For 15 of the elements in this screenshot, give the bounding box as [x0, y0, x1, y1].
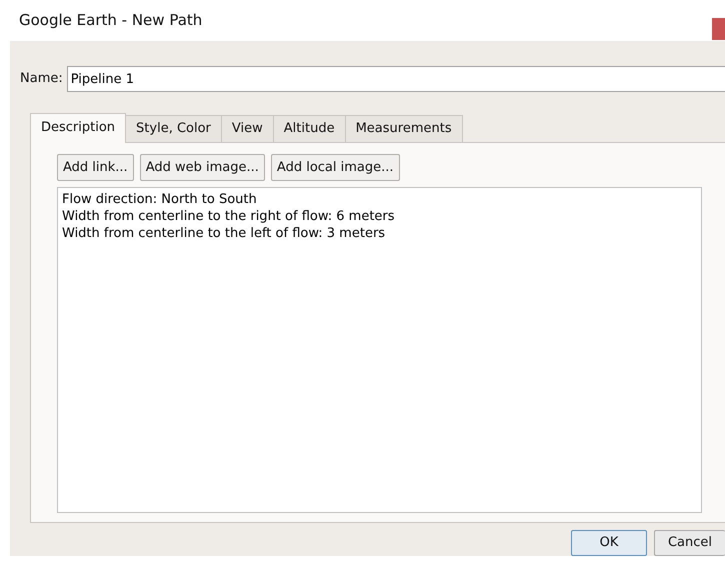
- tab[interactable]: Style, Color: [125, 115, 222, 142]
- add-button[interactable]: Add local image...: [270, 154, 400, 181]
- tab[interactable]: Description: [30, 113, 126, 142]
- description-field[interactable]: Flow direction: North to South Width from centerline to the right of flow: 6 meters Width from centerline to the left of flow: 3 meters: [57, 187, 702, 513]
- add-button[interactable]: Add web image...: [140, 154, 265, 181]
- tab[interactable]: Measurements: [344, 115, 463, 142]
- dialog-button[interactable]: Cancel: [654, 530, 725, 556]
- tab[interactable]: View: [220, 115, 274, 142]
- name-field[interactable]: Pipeline 1: [66, 66, 725, 92]
- tab[interactable]: Altitude: [272, 115, 346, 142]
- window-title: Google Earth - New Path: [19, 10, 202, 32]
- close-button[interactable]: [712, 18, 725, 40]
- name-label: Name:: [20, 70, 63, 88]
- add-button[interactable]: Add link...: [57, 154, 134, 181]
- ok-button[interactable]: OK: [571, 530, 647, 556]
